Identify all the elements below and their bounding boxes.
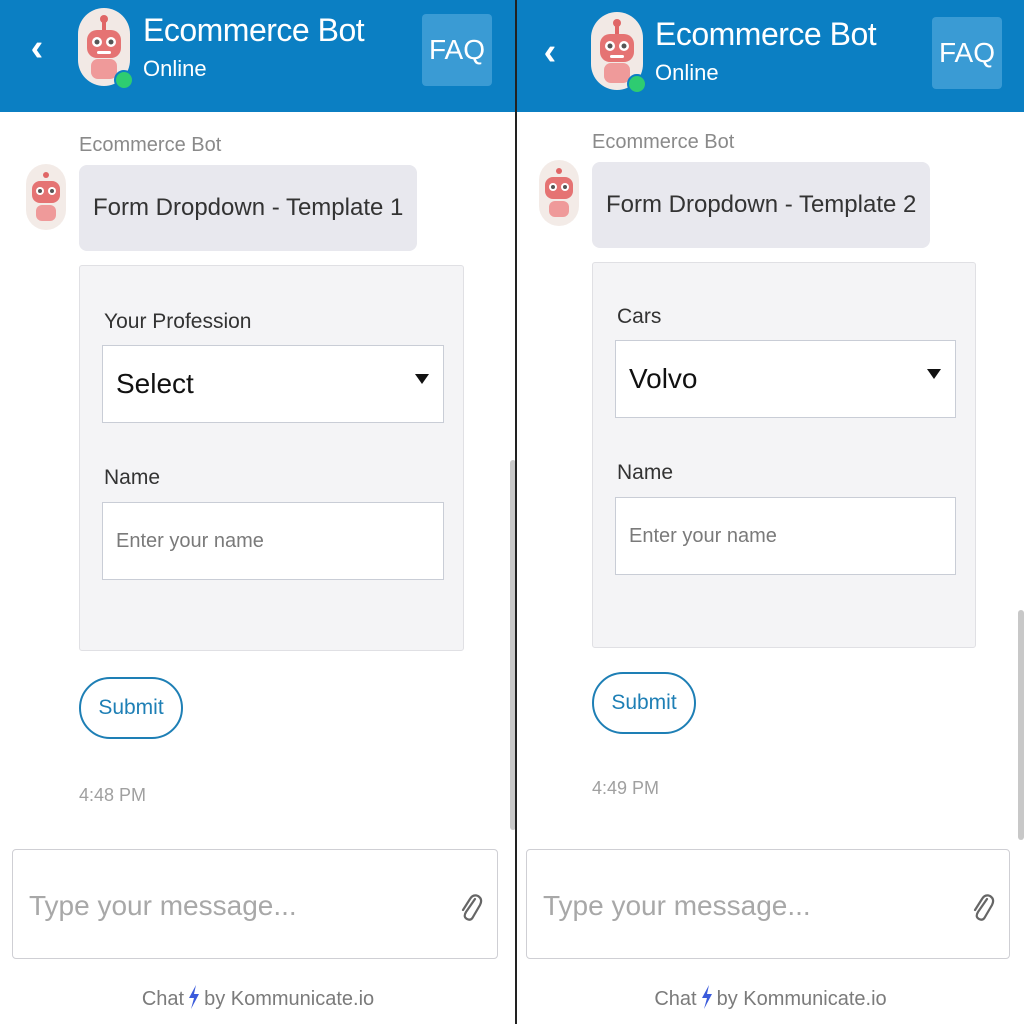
dropdown-selected-value: Volvo	[629, 363, 698, 394]
lightning-icon	[189, 985, 200, 1009]
caret-down-icon	[415, 374, 429, 384]
dropdown-label: Cars	[617, 305, 662, 328]
name-input[interactable]	[102, 502, 444, 580]
footer-suffix: by Kommunicate.io	[716, 988, 887, 1010]
footer-prefix: Chat	[141, 988, 185, 1010]
form-card: Your Profession Select Name	[79, 265, 464, 651]
dropdown-selected-value: Select	[116, 368, 194, 399]
footer-prefix: Chat	[654, 988, 697, 1010]
message-timestamp: 4:48 PM	[79, 785, 147, 805]
message-timestamp: 4:49 PM	[592, 778, 660, 798]
faq-button[interactable]: FAQ	[932, 17, 1002, 89]
paperclip-icon[interactable]	[969, 890, 995, 926]
message-avatar	[26, 164, 66, 230]
message-sender: Ecommerce Bot	[79, 134, 222, 156]
message-composer	[12, 849, 498, 959]
message-bubble: Form Dropdown - Template 1	[79, 165, 418, 251]
name-label: Name	[617, 461, 674, 484]
message-composer	[526, 849, 1010, 959]
bot-avatar	[591, 12, 647, 94]
message-input[interactable]	[27, 882, 431, 930]
message-bubble: Form Dropdown - Template 2	[592, 162, 931, 248]
bot-name: Ecommerce Bot	[143, 12, 365, 48]
name-label: Name	[104, 466, 161, 489]
powered-by-footer: Chat by Kommunicate.io	[0, 985, 516, 1011]
paperclip-icon[interactable]	[457, 890, 483, 926]
powered-by-footer: Chat by Kommunicate.io	[517, 985, 1024, 1011]
robot-icon	[32, 172, 60, 221]
bot-name: Ecommerce Bot	[655, 16, 877, 52]
form-card: Cars Volvo Name	[592, 262, 976, 648]
caret-down-icon	[927, 369, 941, 379]
cars-dropdown[interactable]: Volvo	[615, 340, 956, 418]
name-input[interactable]	[615, 497, 956, 575]
footer-suffix: by Kommunicate.io	[204, 988, 375, 1010]
chat-panel-template-1: ‹ Ecommerce Bot Online FAQ Ecommerce Bot	[0, 0, 516, 1024]
bot-status: Online	[655, 60, 719, 85]
bot-status: Online	[143, 56, 207, 81]
submit-button[interactable]: Submit	[592, 672, 696, 734]
chat-header: ‹ Ecommerce Bot Online FAQ	[0, 0, 516, 112]
chevron-left-icon[interactable]: ‹	[22, 28, 52, 68]
message-avatar	[539, 160, 579, 226]
lightning-icon	[701, 985, 712, 1009]
bot-avatar	[78, 8, 134, 90]
chat-panel-template-2: ‹ Ecommerce Bot Online FAQ Ecommerce Bot	[517, 0, 1024, 1024]
dropdown-label: Your Profession	[104, 310, 252, 333]
submit-button[interactable]: Submit	[79, 677, 183, 739]
robot-icon	[545, 168, 573, 217]
profession-dropdown[interactable]: Select	[102, 345, 444, 423]
online-status-dot	[114, 70, 134, 90]
chat-header: ‹ Ecommerce Bot Online FAQ	[517, 0, 1024, 112]
chevron-left-icon[interactable]: ‹	[535, 32, 565, 72]
faq-button[interactable]: FAQ	[422, 14, 492, 86]
scrollbar[interactable]	[1018, 610, 1024, 840]
online-status-dot	[627, 74, 647, 94]
message-sender: Ecommerce Bot	[592, 131, 735, 153]
message-input[interactable]	[541, 882, 945, 930]
